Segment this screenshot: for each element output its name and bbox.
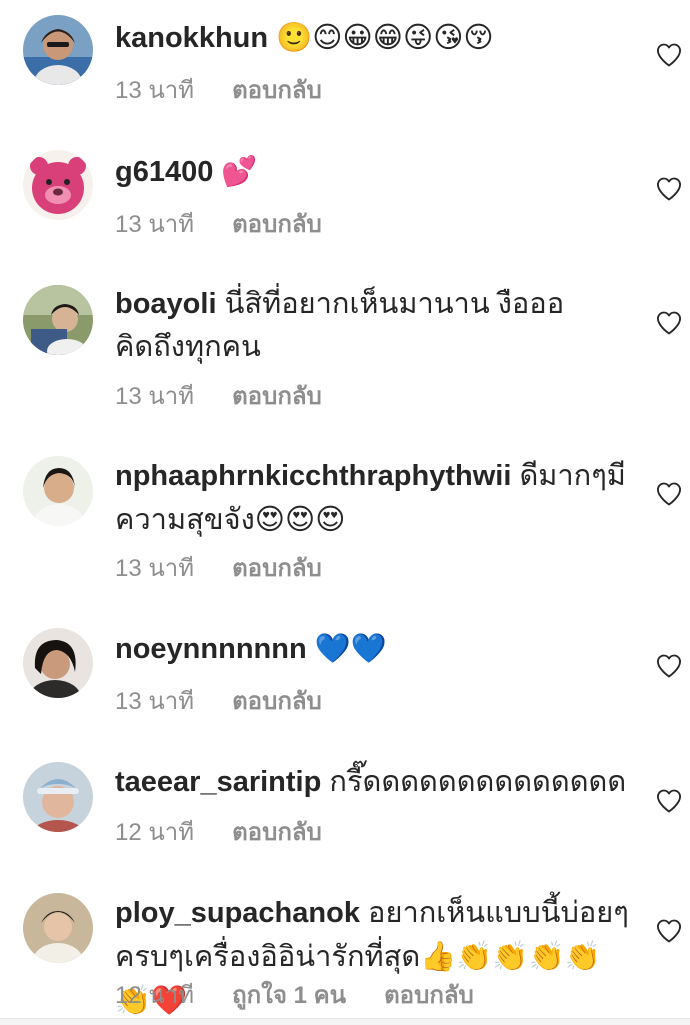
heart-outline-icon [656, 789, 682, 813]
avatar[interactable] [23, 762, 93, 832]
like-button[interactable] [655, 309, 683, 337]
heart-outline-icon [656, 654, 682, 678]
reply-button[interactable]: ตอบกลับ [232, 812, 322, 851]
comment-time: 13 นาที [115, 383, 195, 410]
comment-time: 12 นาที [115, 982, 195, 1009]
comment-time: 13 นาที [115, 77, 195, 104]
reply-button[interactable]: ตอบกลับ [384, 975, 474, 1014]
reply-button[interactable]: ตอบกลับ [232, 204, 322, 243]
comment-username[interactable]: ploy_supachanok [115, 897, 360, 929]
heart-outline-icon [656, 43, 682, 67]
comment-meta: 13 นาที ตอบกลับ [115, 204, 322, 243]
comment-emoji: 🙂😊😀😁😜😘😚 [276, 20, 494, 54]
avatar[interactable] [23, 15, 93, 85]
comment-username[interactable]: taeear_sarintip [115, 766, 321, 798]
comment-body: kanokkhun 🙂😊😀😁😜😘😚 [115, 16, 635, 60]
comment-username[interactable]: noeynnnnnnn [115, 633, 307, 665]
comment-meta: 13 นาที ตอบกลับ [115, 376, 322, 415]
comment-body: nphaaphrnkicchthraphythwii ดีมากๆมีความส… [115, 455, 635, 542]
like-button[interactable] [655, 480, 683, 508]
reply-button[interactable]: ตอบกลับ [232, 70, 322, 109]
heart-outline-icon [656, 311, 682, 335]
avatar[interactable] [23, 456, 93, 526]
comment-meta: 13 นาที ตอบกลับ [115, 548, 322, 587]
avatar[interactable] [23, 150, 93, 220]
comment-username[interactable]: kanokkhun [115, 22, 268, 54]
comment-body: noeynnnnnnn 💙💙 [115, 627, 635, 671]
like-button[interactable] [655, 41, 683, 69]
avatar[interactable] [23, 285, 93, 355]
like-button[interactable] [655, 175, 683, 203]
comment-meta: 13 นาที ตอบกลับ [115, 681, 322, 720]
comment-time: 13 นาที [115, 555, 195, 582]
comment-meta: 12 นาที ถูกใจ 1 คน ตอบกลับ [115, 975, 474, 1014]
comment-emoji: 💕 [221, 154, 258, 188]
comment-meta: 12 นาที ตอบกลับ [115, 812, 322, 851]
avatar[interactable] [23, 893, 93, 963]
reply-button[interactable]: ตอบกลับ [232, 548, 322, 587]
comment-body: taeear_sarintip กรี๊ดดดดดดดดดดดดดด [115, 761, 635, 804]
comment-emoji: 😍😍😍 [254, 502, 346, 536]
comment-username[interactable]: g61400 [115, 156, 213, 188]
like-button[interactable] [655, 917, 683, 945]
avatar[interactable] [23, 628, 93, 698]
heart-outline-icon [656, 177, 682, 201]
comment-text: กรี๊ดดดดดดดดดดดดดด [329, 766, 627, 798]
comment-time: 13 นาที [115, 211, 195, 238]
likes-count[interactable]: ถูกใจ 1 คน [232, 975, 346, 1014]
reply-button[interactable]: ตอบกลับ [232, 681, 322, 720]
comment-time: 12 นาที [115, 819, 195, 846]
comment-meta: 13 นาที ตอบกลับ [115, 70, 322, 109]
comment-body: g61400 💕 [115, 150, 635, 194]
heart-outline-icon [656, 482, 682, 506]
comment-username[interactable]: nphaaphrnkicchthraphythwii [115, 460, 511, 492]
comment-username[interactable]: boayoli [115, 288, 217, 320]
heart-outline-icon [656, 919, 682, 943]
comment-time: 13 นาที [115, 688, 195, 715]
comment-emoji: 💙💙 [314, 631, 387, 665]
reply-button[interactable]: ตอบกลับ [232, 376, 322, 415]
comment-body: boayoli นี่สิที่อยากเห็นมานาน งือออ คิดถ… [115, 283, 635, 369]
like-button[interactable] [655, 787, 683, 815]
like-button[interactable] [655, 652, 683, 680]
